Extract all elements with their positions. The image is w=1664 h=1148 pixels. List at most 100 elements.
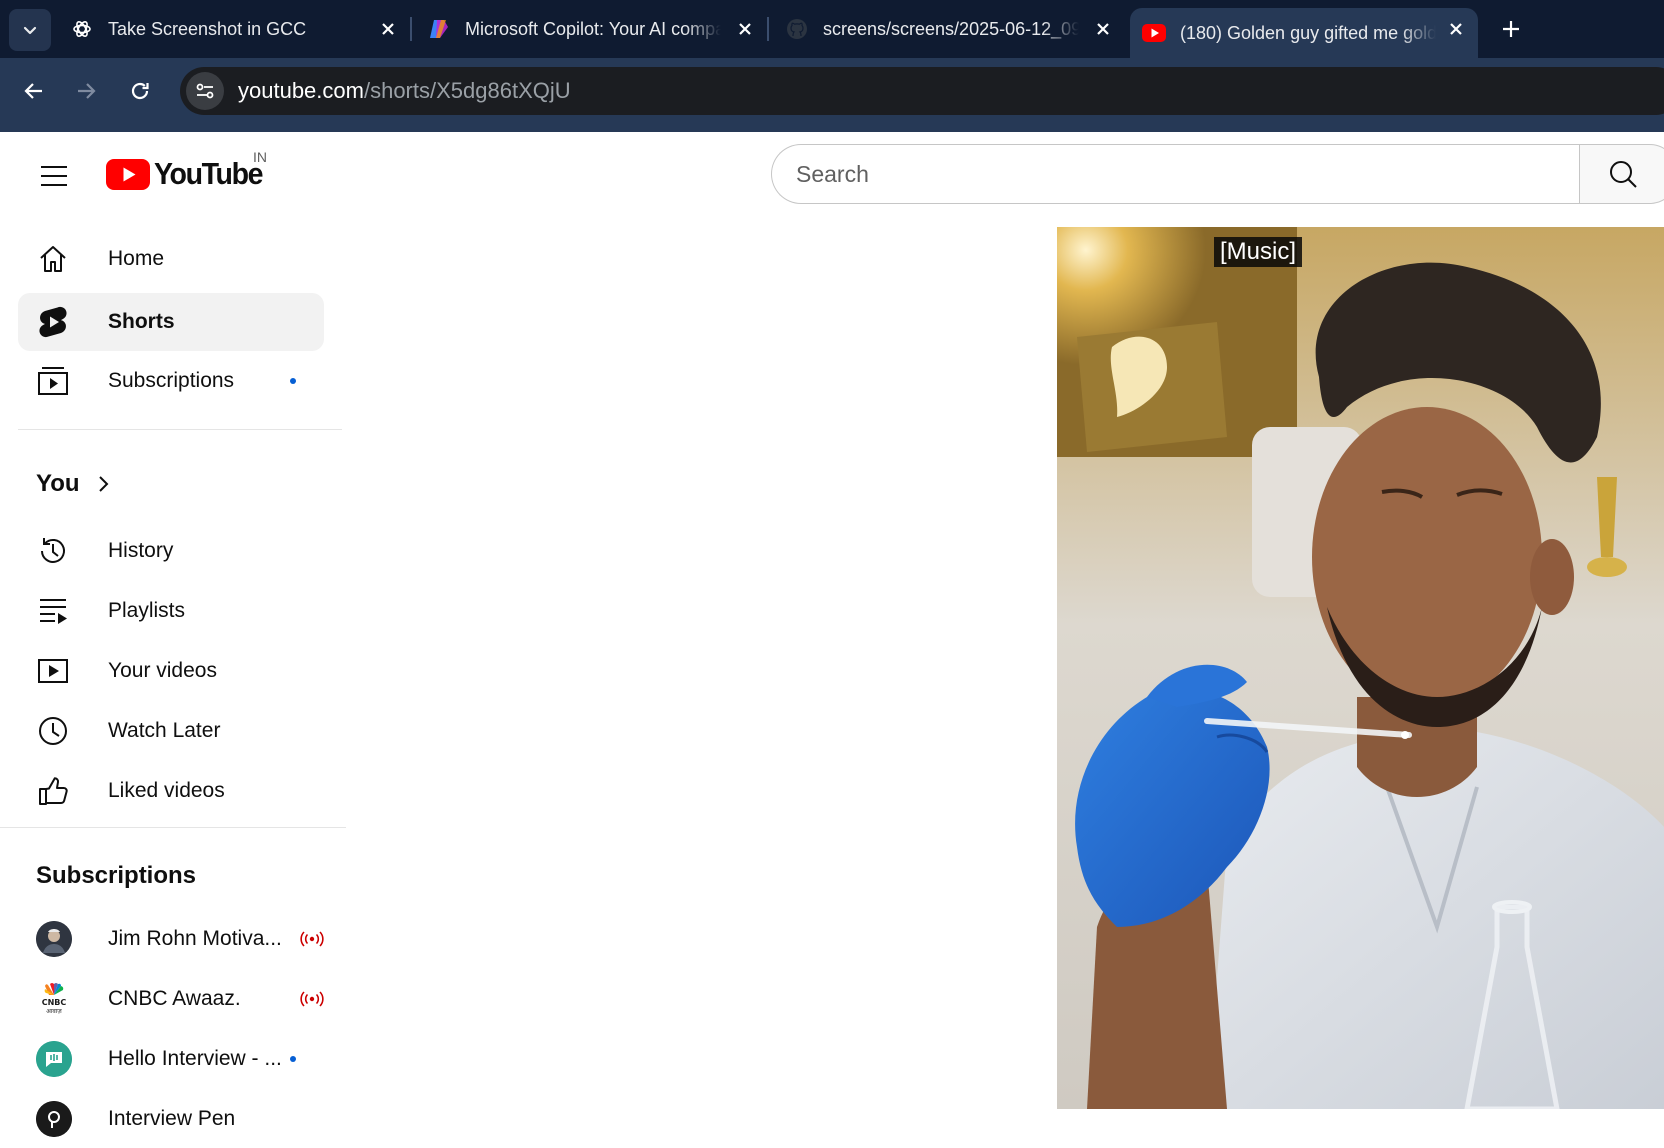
close-icon[interactable] bbox=[378, 19, 398, 39]
svg-text:आवाज़: आवाज़ bbox=[46, 1008, 62, 1015]
tab-title: screens/screens/2025-06-12_09 bbox=[823, 18, 1079, 39]
sidebar-item-playlists[interactable]: Playlists bbox=[18, 582, 324, 640]
playlists-icon bbox=[36, 594, 70, 628]
sidebar-item-label: Shorts bbox=[108, 310, 175, 333]
arrow-left-icon bbox=[24, 83, 42, 99]
copilot-icon bbox=[427, 17, 451, 41]
chevron-right-icon bbox=[98, 476, 108, 492]
site-info-button[interactable] bbox=[186, 72, 224, 110]
browser-tab[interactable]: Take Screenshot in GCC bbox=[70, 0, 410, 58]
sidebar-item-watch-later[interactable]: Watch Later bbox=[18, 702, 324, 760]
sidebar-item-label: History bbox=[108, 539, 174, 562]
tab-separator bbox=[410, 17, 412, 41]
sidebar: Home Shorts Subscriptions You History Pl… bbox=[0, 216, 346, 1137]
close-icon[interactable] bbox=[1446, 19, 1466, 39]
new-tab-button[interactable] bbox=[1496, 14, 1526, 44]
you-section-link[interactable]: You bbox=[36, 464, 110, 504]
sidebar-item-label: Your videos bbox=[108, 659, 217, 682]
watch-later-icon bbox=[36, 714, 70, 748]
home-icon bbox=[36, 242, 70, 276]
subscription-item[interactable]: Hello Interview - ... bbox=[18, 1030, 324, 1088]
chevron-down-icon bbox=[23, 26, 37, 35]
close-icon[interactable] bbox=[735, 19, 755, 39]
sidebar-item-label: CNBC Awaaz. bbox=[108, 987, 241, 1010]
sidebar-item-label: Playlists bbox=[108, 599, 186, 622]
sidebar-item-label: Subscriptions bbox=[108, 369, 235, 392]
new-content-dot bbox=[290, 378, 296, 384]
history-icon bbox=[36, 534, 70, 568]
shorts-icon bbox=[36, 305, 70, 339]
video-caption: [Music] bbox=[1214, 237, 1303, 267]
sidebar-item-subscriptions[interactable]: Subscriptions bbox=[18, 352, 324, 410]
reload-button[interactable] bbox=[122, 73, 158, 109]
your-videos-icon bbox=[36, 654, 70, 688]
subscription-item[interactable]: Jim Rohn Motiva... bbox=[18, 910, 324, 968]
sidebar-item-history[interactable]: History bbox=[18, 522, 324, 580]
video-frame bbox=[1057, 227, 1664, 1109]
url-text[interactable]: youtube.com/shorts/X5dg86tXQjU bbox=[238, 78, 571, 104]
tab-separator bbox=[767, 17, 769, 41]
subscriptions-heading: Subscriptions bbox=[36, 862, 197, 889]
logo-text: YouTube bbox=[154, 156, 263, 191]
forward-button[interactable] bbox=[68, 73, 104, 109]
sidebar-item-label: Liked videos bbox=[108, 779, 225, 802]
sidebar-item-label: Home bbox=[108, 247, 165, 270]
browser-toolbar: youtube.com/shorts/X5dg86tXQjU bbox=[0, 58, 1664, 122]
browser-tab-active[interactable]: (180) Golden guy gifted me gold bbox=[1130, 8, 1478, 58]
youtube-header: YouTube IN bbox=[0, 132, 1664, 216]
url-host: youtube.com bbox=[238, 78, 364, 103]
search-button[interactable] bbox=[1579, 144, 1664, 204]
youtube-icon bbox=[1142, 21, 1166, 45]
browser-tab[interactable]: screens/screens/2025-06-12_09 bbox=[785, 0, 1125, 58]
youtube-play-icon bbox=[106, 158, 150, 190]
tab-title: Microsoft Copilot: Your AI companion bbox=[465, 18, 721, 39]
address-bar[interactable]: youtube.com/shorts/X5dg86tXQjU bbox=[180, 67, 1664, 115]
tab-search-button[interactable] bbox=[9, 9, 51, 51]
sidebar-item-shorts[interactable]: Shorts bbox=[18, 293, 324, 351]
svg-text:CNBC: CNBC bbox=[42, 998, 67, 1007]
cnbc-logo-icon: CNBC आवाज़ bbox=[36, 981, 72, 1017]
sidebar-item-label: Interview Pen bbox=[108, 1107, 236, 1130]
subscriptions-icon bbox=[36, 364, 70, 398]
sidebar-divider bbox=[18, 429, 342, 430]
country-code: IN bbox=[253, 149, 267, 165]
sidebar-item-liked-videos[interactable]: Liked videos bbox=[18, 762, 324, 820]
back-button[interactable] bbox=[16, 73, 52, 109]
tune-icon bbox=[196, 83, 214, 99]
search-input[interactable] bbox=[796, 160, 1579, 188]
sidebar-item-home[interactable]: Home bbox=[18, 230, 324, 288]
menu-button[interactable] bbox=[32, 154, 76, 198]
new-content-dot bbox=[290, 1056, 296, 1062]
hamburger-icon bbox=[41, 166, 67, 186]
tab-title: (180) Golden guy gifted me gold bbox=[1180, 22, 1436, 43]
live-icon bbox=[298, 989, 326, 1009]
reload-icon bbox=[131, 82, 149, 100]
chatgpt-icon bbox=[70, 17, 94, 41]
youtube-logo[interactable]: YouTube bbox=[106, 154, 272, 194]
sidebar-item-label: Hello Interview - ... bbox=[108, 1047, 282, 1070]
avatar bbox=[36, 921, 72, 957]
tab-title: Take Screenshot in GCC bbox=[108, 18, 307, 39]
avatar bbox=[36, 1101, 72, 1137]
you-heading: You bbox=[36, 470, 80, 497]
plus-icon bbox=[1503, 21, 1519, 37]
search-box bbox=[771, 144, 1579, 204]
browser-tab[interactable]: Microsoft Copilot: Your AI companion bbox=[427, 0, 767, 58]
liked-icon bbox=[36, 774, 70, 808]
close-icon[interactable] bbox=[1093, 19, 1113, 39]
search-icon bbox=[1610, 161, 1637, 188]
url-path: /shorts/X5dg86tXQjU bbox=[363, 78, 571, 103]
toolbar-border bbox=[0, 122, 1664, 132]
subscription-item[interactable]: Interview Pen bbox=[18, 1090, 324, 1148]
arrow-right-icon bbox=[78, 83, 96, 99]
browser-tabstrip: Take Screenshot in GCC Microsoft Copilot… bbox=[0, 0, 1664, 58]
sidebar-divider bbox=[0, 827, 346, 828]
sidebar-item-label: Jim Rohn Motiva... bbox=[108, 927, 282, 950]
sidebar-item-your-videos[interactable]: Your videos bbox=[18, 642, 324, 700]
github-icon bbox=[785, 17, 809, 41]
shorts-video-player[interactable]: [Music] bbox=[1057, 227, 1664, 1109]
avatar bbox=[36, 1041, 72, 1077]
sidebar-item-label: Watch Later bbox=[108, 719, 221, 742]
subscription-item[interactable]: CNBC आवाज़ CNBC Awaaz. bbox=[18, 970, 324, 1028]
live-icon bbox=[298, 929, 326, 949]
